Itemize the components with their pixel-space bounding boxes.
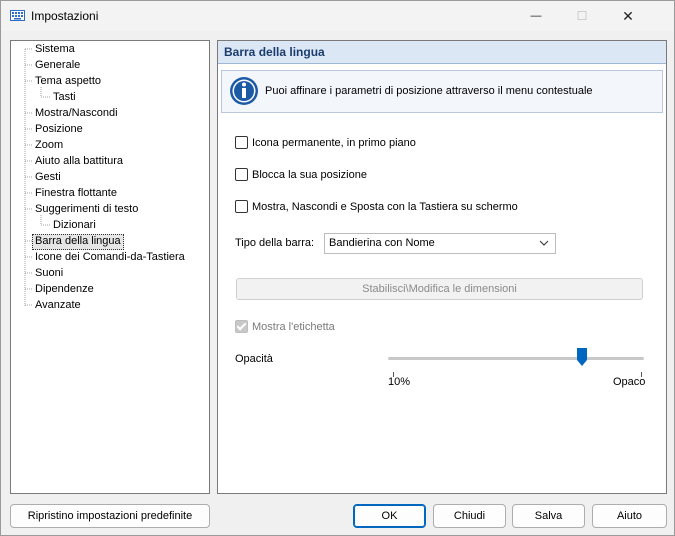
window-title: Impostazioni	[31, 9, 99, 23]
tree-item-aiuto-battitura[interactable]: Aiuto alla battitura	[33, 154, 125, 168]
settings-panel: Barra della lingua Puoi affinare i param…	[217, 40, 667, 494]
tree-item-icone-comandi[interactable]: Icone dei Comandi-da-Tastiera	[33, 250, 187, 264]
tree-item-tasti[interactable]: Tasti	[51, 90, 78, 104]
checkbox-box[interactable]	[235, 320, 248, 333]
tree-item-posizione[interactable]: Posizione	[33, 122, 85, 136]
tree-item-tema-aspetto[interactable]: Tema aspetto	[33, 74, 103, 88]
tree-item-barra-lingua[interactable]: Barra della lingua	[32, 234, 124, 250]
info-text: Puoi affinare i parametri di posizione a…	[265, 85, 593, 97]
help-button[interactable]: Aiuto	[592, 504, 667, 528]
keyboard-icon	[10, 10, 25, 21]
opacity-slider-thumb[interactable]	[577, 348, 588, 366]
maximize-button[interactable]: ☐	[559, 1, 605, 31]
opacity-label: Opacità	[235, 353, 273, 365]
close-icon: ✕	[622, 7, 634, 24]
checkbox-blocca-posizione[interactable]: Blocca la sua posizione	[235, 168, 367, 181]
save-button[interactable]: Salva	[512, 504, 585, 528]
settings-window: Impostazioni — ☐ ✕ Sistema Generale Tema…	[0, 0, 675, 536]
info-icon	[230, 77, 258, 105]
checkbox-label: Icona permanente, in primo piano	[252, 136, 416, 149]
checkbox-box[interactable]	[235, 168, 248, 181]
checkbox-box[interactable]	[235, 136, 248, 149]
reset-defaults-button[interactable]: Ripristino impostazioni predefinite	[10, 504, 210, 528]
panel-title: Barra della lingua	[224, 45, 325, 59]
title-bar: Impostazioni — ☐ ✕	[1, 1, 674, 31]
tree-item-dizionari[interactable]: Dizionari	[51, 218, 98, 232]
opacity-max-label: Opaco	[613, 376, 646, 388]
maximize-icon: ☐	[576, 9, 588, 23]
close-button[interactable]: Chiudi	[433, 504, 506, 528]
bar-type-label: Tipo della barra:	[235, 237, 315, 249]
tree-item-avanzate[interactable]: Avanzate	[33, 298, 83, 312]
tree-item-finestra-flottante[interactable]: Finestra flottante	[33, 186, 119, 200]
ok-button[interactable]: OK	[353, 504, 426, 528]
tree-item-zoom[interactable]: Zoom	[33, 138, 65, 152]
tree-item-mostra-nascondi[interactable]: Mostra/Nascondi	[33, 106, 120, 120]
bar-type-value: Bandierina con Nome	[329, 237, 435, 249]
bar-type-select[interactable]: Bandierina con Nome	[324, 233, 556, 254]
tree-item-gesti[interactable]: Gesti	[33, 170, 63, 184]
checkbox-label: Mostra l'etichetta	[252, 320, 335, 333]
checkbox-mostra-nascondi-sposta[interactable]: Mostra, Nascondi e Sposta con la Tastier…	[235, 200, 518, 213]
tree-item-dipendenze[interactable]: Dipendenze	[33, 282, 96, 296]
checkbox-label: Mostra, Nascondi e Sposta con la Tastier…	[252, 200, 518, 213]
tree-item-suoni[interactable]: Suoni	[33, 266, 65, 280]
tree-item-generale[interactable]: Generale	[33, 58, 82, 72]
chevron-down-icon	[539, 240, 549, 246]
opacity-min-label: 10%	[388, 376, 411, 388]
minimize-icon: —	[530, 10, 542, 22]
settings-tree[interactable]: Sistema Generale Tema aspetto Tasti Most…	[10, 40, 210, 494]
close-window-button[interactable]: ✕	[605, 1, 651, 31]
opacity-slider-track[interactable]	[388, 357, 644, 360]
checkbox-box[interactable]	[235, 200, 248, 213]
minimize-button[interactable]: —	[513, 1, 559, 31]
checkbox-label: Blocca la sua posizione	[252, 168, 367, 181]
info-box: Puoi affinare i parametri di posizione a…	[221, 70, 663, 113]
resize-button[interactable]: Stabilisci\Modifica le dimensioni	[236, 278, 643, 300]
checkbox-icona-permanente[interactable]: Icona permanente, in primo piano	[235, 136, 416, 149]
checkbox-mostra-etichetta[interactable]: Mostra l'etichetta	[235, 320, 335, 333]
tree-item-sistema[interactable]: Sistema	[33, 42, 77, 56]
panel-header: Barra della lingua	[218, 41, 666, 64]
tree-item-suggerimenti-testo[interactable]: Suggerimenti di testo	[33, 202, 140, 216]
